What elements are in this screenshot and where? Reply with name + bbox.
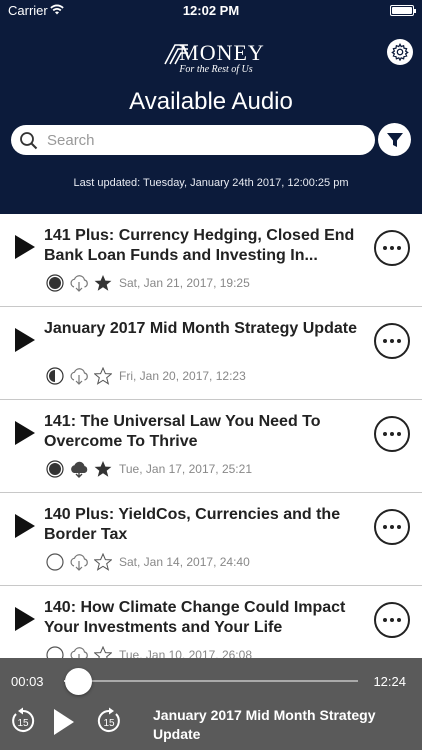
last-updated-text: Last updated: Tuesday, January 24th 2017… (73, 177, 349, 189)
filter-button[interactable] (378, 123, 411, 156)
star-outline-icon[interactable] (94, 367, 112, 385)
episode-meta: Tue, Jan 10, 2017, 26:08 (46, 646, 252, 658)
episode-title[interactable]: 141: The Universal Law You Need To Overc… (44, 412, 366, 452)
episode-date: Sat, Jan 14, 2017, 24:40 (119, 555, 250, 569)
search-bar (11, 125, 375, 155)
header: MONEY For the Rest of Us Available Audio… (0, 22, 422, 214)
cloud-downloaded-icon[interactable] (69, 460, 89, 478)
now-playing-title: January 2017 Mid Month Strategy Update (153, 707, 376, 742)
star-outline-icon[interactable] (94, 646, 112, 658)
star-filled-icon[interactable] (94, 460, 112, 478)
play-icon[interactable] (14, 234, 36, 260)
episode-row[interactable]: 141: The Universal Law You Need To Overc… (0, 400, 422, 493)
play-icon[interactable] (14, 327, 36, 353)
episode-row[interactable]: 140 Plus: YieldCos, Currencies and the B… (0, 493, 422, 586)
progress-track[interactable] (64, 680, 358, 682)
more-options-button[interactable] (374, 509, 410, 545)
play-icon[interactable] (14, 513, 36, 539)
play-icon[interactable] (14, 606, 36, 632)
episode-meta: Tue, Jan 17, 2017, 25:21 (46, 460, 252, 478)
logo-mark-icon (164, 44, 188, 65)
more-options-button[interactable] (374, 602, 410, 638)
duration-time: 12:24 (373, 674, 406, 689)
episode-meta: Fri, Jan 20, 2017, 12:23 (46, 367, 246, 385)
episode-date: Fri, Jan 20, 2017, 12:23 (119, 369, 246, 383)
episode-title[interactable]: January 2017 Mid Month Strategy Update (44, 319, 366, 339)
episode-date: Sat, Jan 21, 2017, 19:25 (119, 276, 250, 290)
search-icon (20, 132, 38, 150)
unplayed-icon (46, 553, 64, 571)
elapsed-time: 00:03 (11, 674, 44, 689)
skip-forward-label: 15 (103, 718, 115, 729)
episode-meta: Sat, Jan 14, 2017, 24:40 (46, 553, 250, 571)
play-icon[interactable] (14, 420, 36, 446)
scrubber-handle[interactable] (65, 668, 93, 695)
skip-forward-15-icon[interactable]: 15 (94, 706, 124, 736)
settings-button[interactable] (387, 39, 413, 65)
search-input[interactable] (47, 129, 367, 151)
unplayed-icon (46, 646, 64, 658)
more-options-button[interactable] (374, 416, 410, 452)
cloud-download-icon[interactable] (69, 367, 89, 385)
clock: 12:02 PM (182, 3, 240, 18)
episode-title[interactable]: 141 Plus: Currency Hedging, Closed End B… (44, 226, 366, 266)
status-bar: Carrier 12:02 PM (0, 0, 422, 22)
filter-icon (386, 132, 403, 147)
logo-wordmark: MONEY (179, 40, 265, 65)
cloud-download-icon[interactable] (69, 274, 89, 292)
played-complete-icon (46, 274, 64, 292)
episode-row[interactable]: 140: How Climate Change Could Impact You… (0, 586, 422, 658)
audio-player: 00:03 12:24 15 15 January 2017 Mid Month… (0, 658, 422, 750)
episode-title[interactable]: 140 Plus: YieldCos, Currencies and the B… (44, 505, 366, 545)
episode-date: Tue, Jan 10, 2017, 26:08 (119, 648, 252, 658)
episode-meta: Sat, Jan 21, 2017, 19:25 (46, 274, 250, 292)
cloud-download-icon[interactable] (69, 646, 89, 658)
battery-icon (390, 5, 416, 16)
page-title: Available Audio (129, 88, 293, 115)
gear-icon (391, 43, 409, 61)
episode-row[interactable]: January 2017 Mid Month Strategy Update F… (0, 307, 422, 400)
episode-title[interactable]: 140: How Climate Change Could Impact You… (44, 598, 366, 638)
skip-back-label: 15 (17, 718, 29, 729)
played-half-icon (46, 367, 64, 385)
cloud-download-icon[interactable] (69, 553, 89, 571)
more-options-button[interactable] (374, 230, 410, 266)
episode-row[interactable]: 141 Plus: Currency Hedging, Closed End B… (0, 214, 422, 307)
logo: MONEY For the Rest of Us (0, 40, 422, 75)
star-filled-icon[interactable] (94, 274, 112, 292)
play-button-icon[interactable] (52, 708, 76, 736)
skip-back-15-icon[interactable]: 15 (8, 706, 38, 736)
logo-tagline: For the Rest of Us (179, 64, 253, 75)
episode-list[interactable]: 141 Plus: Currency Hedging, Closed End B… (0, 214, 422, 658)
more-options-button[interactable] (374, 323, 410, 359)
played-complete-icon (46, 460, 64, 478)
episode-date: Tue, Jan 17, 2017, 25:21 (119, 462, 252, 476)
star-outline-icon[interactable] (94, 553, 112, 571)
